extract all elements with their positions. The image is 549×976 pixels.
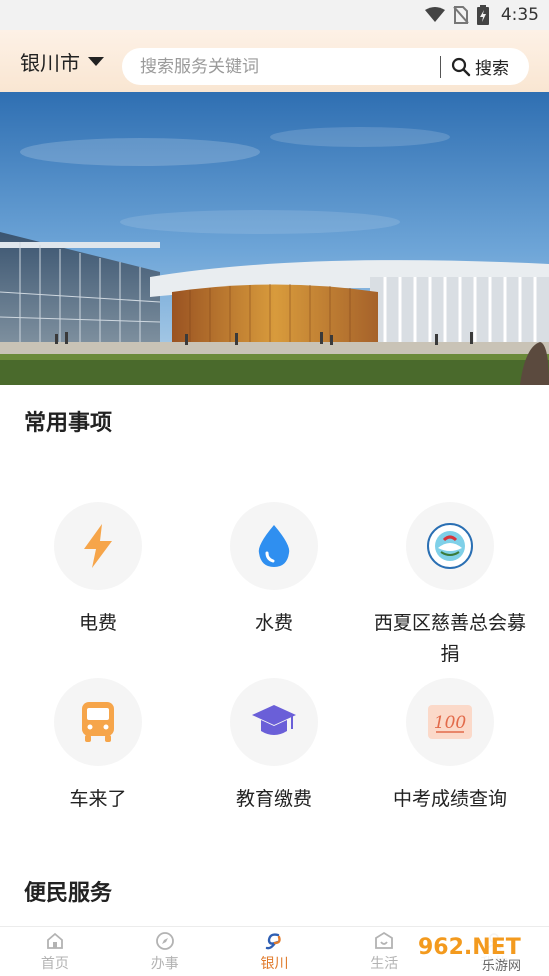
city-selector[interactable]: 银川市	[20, 47, 104, 76]
service-water[interactable]: 水费	[186, 502, 362, 639]
tab-label: 首页	[40, 955, 69, 972]
tab-label: 办事	[150, 955, 179, 972]
graduation-cap-icon	[252, 705, 296, 735]
service-education-payment[interactable]: 教育缴费	[186, 678, 362, 815]
service-icon-circle	[230, 678, 318, 766]
search-button-label: 搜索	[475, 59, 509, 79]
search-button[interactable]: 搜索	[451, 54, 509, 79]
water-drop-icon	[258, 525, 290, 567]
service-label: 电费	[78, 612, 117, 634]
status-time: 4:35	[500, 5, 539, 25]
section-title-common: 常用事项	[24, 411, 113, 436]
service-bus[interactable]: 车来了	[10, 678, 186, 815]
city-name: 银川市	[20, 50, 80, 75]
service-icon-circle	[54, 502, 142, 590]
bus-icon	[82, 702, 114, 742]
tab-services[interactable]: 办事	[110, 927, 220, 976]
service-label: 教育缴费	[235, 788, 312, 810]
watermark-logo: 962.NET 乐游网	[410, 930, 545, 974]
service-electricity[interactable]: 电费	[10, 502, 186, 639]
service-icon-circle	[54, 678, 142, 766]
tab-label: 银川	[260, 955, 289, 972]
svg-text:100: 100	[434, 713, 467, 733]
compass-icon	[155, 931, 174, 950]
chevron-down-icon	[88, 56, 104, 66]
service-icon-circle	[406, 502, 494, 590]
yinchuan-logo-icon	[266, 932, 282, 949]
life-icon	[375, 931, 394, 949]
wifi-icon	[424, 7, 445, 22]
service-label: 车来了	[69, 788, 127, 810]
search-divider	[440, 55, 441, 78]
tab-home[interactable]: 首页	[0, 927, 110, 976]
no-sim-icon	[453, 6, 469, 24]
service-exam-score-query[interactable]: 100 中考成绩查询	[362, 678, 538, 815]
home-icon	[46, 932, 63, 949]
watermark-text: 962.NET	[418, 935, 521, 960]
app-header: 银川市 搜索	[0, 30, 549, 92]
charity-logo-icon	[427, 523, 473, 569]
search-icon	[451, 57, 471, 76]
service-charity-donation[interactable]: 西夏区慈善总会募捐	[362, 502, 538, 670]
tab-label: 生活	[370, 955, 399, 972]
banner-image[interactable]	[0, 92, 549, 385]
status-bar: 4:35	[0, 0, 549, 30]
battery-icon	[476, 5, 489, 25]
service-label: 中考成绩查询	[392, 788, 507, 810]
service-icon-circle	[230, 502, 318, 590]
search-input[interactable]	[140, 56, 440, 77]
service-label: 水费	[254, 612, 293, 634]
search-bar: 搜索	[122, 48, 529, 85]
service-icon-circle: 100	[406, 678, 494, 766]
section-title-convenience: 便民服务	[24, 881, 113, 906]
watermark-subtext: 乐游网	[482, 959, 521, 974]
score-100-icon: 100	[428, 705, 472, 739]
banner-building-illustration	[0, 92, 549, 385]
watermark-962-logo: 962.NET 乐游网	[410, 930, 545, 974]
service-label: 西夏区慈善总会募捐	[373, 612, 526, 665]
tab-yinchuan[interactable]: 银川	[220, 927, 330, 976]
lightning-icon	[84, 524, 112, 568]
